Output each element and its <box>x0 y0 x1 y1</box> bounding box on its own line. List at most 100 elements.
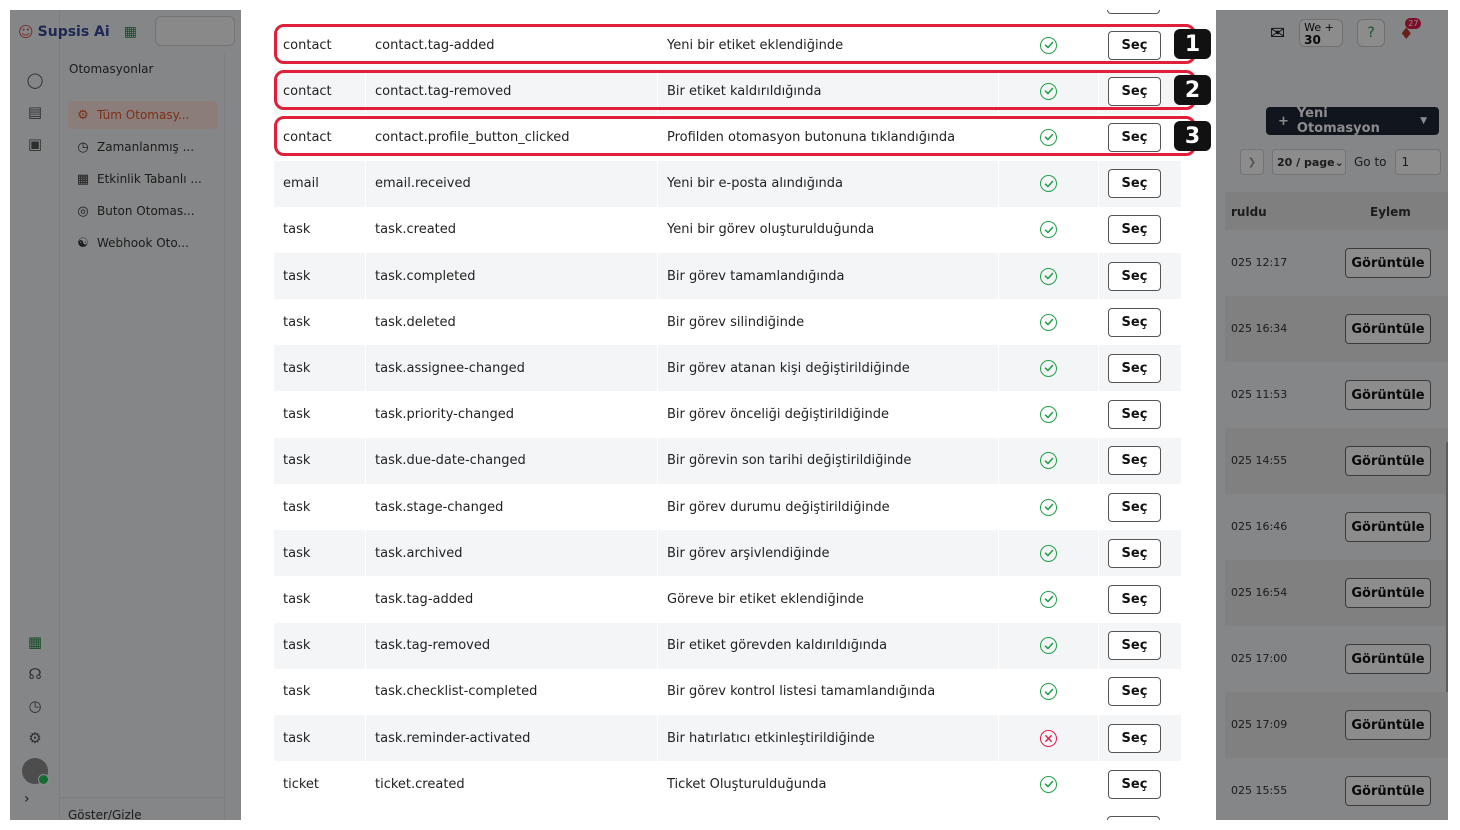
event-key: task.tag-added <box>366 576 658 623</box>
event-category: task <box>274 299 366 346</box>
select-button[interactable]: Seç <box>1108 631 1161 661</box>
check-circle-icon <box>1040 221 1057 239</box>
table-row: task task.deleted Bir görev silindiğinde Se… <box>274 299 1182 346</box>
event-key: task.reminder-activated <box>366 715 658 761</box>
action-cell: Seç <box>1099 484 1182 530</box>
event-category: task <box>274 206 366 253</box>
table-row: task task.due-date-changed Bir görevin son… <box>274 437 1182 484</box>
select-button[interactable]: Seç <box>1108 492 1161 522</box>
event-status <box>999 484 1099 530</box>
select-button[interactable]: Seç <box>1108 307 1161 337</box>
select-button[interactable]: Seç <box>1108 538 1161 568</box>
table-row: task task.stage-changed Bir görev durumu d… <box>274 484 1182 530</box>
event-status <box>999 530 1099 577</box>
event-description: Yeni bir görev oluşturulduğunda <box>658 206 999 253</box>
event-description: Bir hatırlatıcı etkinleştirildiğinde <box>658 715 999 761</box>
event-status <box>999 437 1099 484</box>
annotation-number: 1 <box>1174 29 1211 59</box>
event-description: Bir etiket görevden kaldırıldığında <box>658 622 999 669</box>
event-description: Göreve bir etiket eklendiğinde <box>658 576 999 623</box>
action-cell: Seç <box>1099 437 1182 484</box>
event-description: Ticket Oluşturulduğunda <box>658 761 999 808</box>
event-description: Yeni bir e-posta alındığında <box>658 160 999 207</box>
action-cell: Seç <box>1099 160 1182 207</box>
table-row: task task.completed Bir görev tamamlandığı… <box>274 253 1182 299</box>
select-button-partial[interactable] <box>1107 10 1160 14</box>
table-row: task task.assignee-changed Bir görev atana… <box>274 345 1182 392</box>
event-key: task.stage-changed <box>366 484 658 530</box>
action-cell: Seç <box>1099 715 1182 761</box>
event-key: email.received <box>366 160 658 207</box>
event-category: task <box>274 253 366 299</box>
event-description: Bir görev tamamlandığında <box>658 253 999 299</box>
event-status <box>999 345 1099 392</box>
action-cell: Seç <box>1099 668 1182 715</box>
event-description: Bir görev arşivlendiğinde <box>658 530 999 577</box>
select-button[interactable]: Seç <box>1108 677 1161 707</box>
event-description: Bir görevin son tarihi değiştirildiğinde <box>658 437 999 484</box>
event-category: task <box>274 576 366 623</box>
select-button[interactable]: Seç <box>1108 353 1161 383</box>
event-key: task.created <box>366 206 658 253</box>
event-description: Bir görev önceliği değiştirildiğinde <box>658 391 999 438</box>
event-status <box>999 206 1099 253</box>
event-category: task <box>274 391 366 438</box>
event-status <box>999 160 1099 207</box>
select-button[interactable]: Seç <box>1108 261 1161 291</box>
select-button[interactable]: Seç <box>1108 169 1161 199</box>
table-row: task task.created Yeni bir görev oluşturul… <box>274 206 1182 253</box>
action-cell: Seç <box>1099 391 1182 438</box>
event-status <box>999 622 1099 669</box>
check-circle-icon <box>1040 683 1057 701</box>
table-row: email email.received Yeni bir e-posta alın… <box>274 160 1182 207</box>
table-row: ticket ticket.created Ticket Oluşturulduğu… <box>274 761 1182 808</box>
select-button-partial[interactable] <box>1107 816 1160 820</box>
action-cell: Seç <box>1099 530 1182 577</box>
action-cell: Seç <box>1099 253 1182 299</box>
event-key: task.deleted <box>366 299 658 346</box>
event-status <box>999 715 1099 761</box>
event-key: task.assignee-changed <box>366 345 658 392</box>
event-description: Bir görev durumu değiştirildiğinde <box>658 484 999 530</box>
event-category: task <box>274 715 366 761</box>
event-description: Bir görev kontrol listesi tamamlandığınd… <box>658 668 999 715</box>
check-circle-icon <box>1040 544 1057 562</box>
check-circle-icon <box>1040 775 1057 793</box>
check-circle-icon <box>1040 590 1057 608</box>
event-category: task <box>274 437 366 484</box>
select-button[interactable]: Seç <box>1108 723 1161 753</box>
event-category: ticket <box>274 761 366 808</box>
table-row: task task.priority-changed Bir görev öncel… <box>274 391 1182 438</box>
highlight-box-2 <box>274 70 1196 110</box>
highlight-box-3 <box>274 116 1196 156</box>
event-category: task <box>274 668 366 715</box>
action-cell: Seç <box>1099 345 1182 392</box>
event-description: Bir görev atanan kişi değiştirildiğinde <box>658 345 999 392</box>
select-button[interactable]: Seç <box>1108 769 1161 799</box>
event-status <box>999 668 1099 715</box>
check-circle-icon <box>1040 313 1057 331</box>
annotation-number: 3 <box>1174 121 1211 151</box>
select-button[interactable]: Seç <box>1108 584 1161 614</box>
highlight-box-1 <box>274 24 1196 64</box>
event-description: Bir görev silindiğinde <box>658 299 999 346</box>
event-key: task.completed <box>366 253 658 299</box>
event-key: task.checklist-completed <box>366 668 658 715</box>
select-button[interactable]: Seç <box>1108 215 1161 245</box>
select-button[interactable]: Seç <box>1108 400 1161 430</box>
select-button[interactable]: Seç <box>1108 446 1161 476</box>
check-circle-icon <box>1040 359 1057 377</box>
screen: ☺ Supsis Ai ▦ ◯ ▤ ▣ ▦ ☊ ◷ ⚙ › Otomasyonl… <box>0 0 1460 830</box>
event-category: task <box>274 622 366 669</box>
table-row: task task.tag-removed Bir etiket görevden … <box>274 622 1182 669</box>
action-cell: Seç <box>1099 761 1182 808</box>
event-category: email <box>274 160 366 207</box>
action-cell: Seç <box>1099 299 1182 346</box>
table-row: task task.archived Bir görev arşivlendiğin… <box>274 530 1182 577</box>
event-category: task <box>274 345 366 392</box>
check-circle-icon <box>1040 406 1057 424</box>
event-category: task <box>274 484 366 530</box>
event-key: task.due-date-changed <box>366 437 658 484</box>
event-status <box>999 391 1099 438</box>
event-key: task.priority-changed <box>366 391 658 438</box>
